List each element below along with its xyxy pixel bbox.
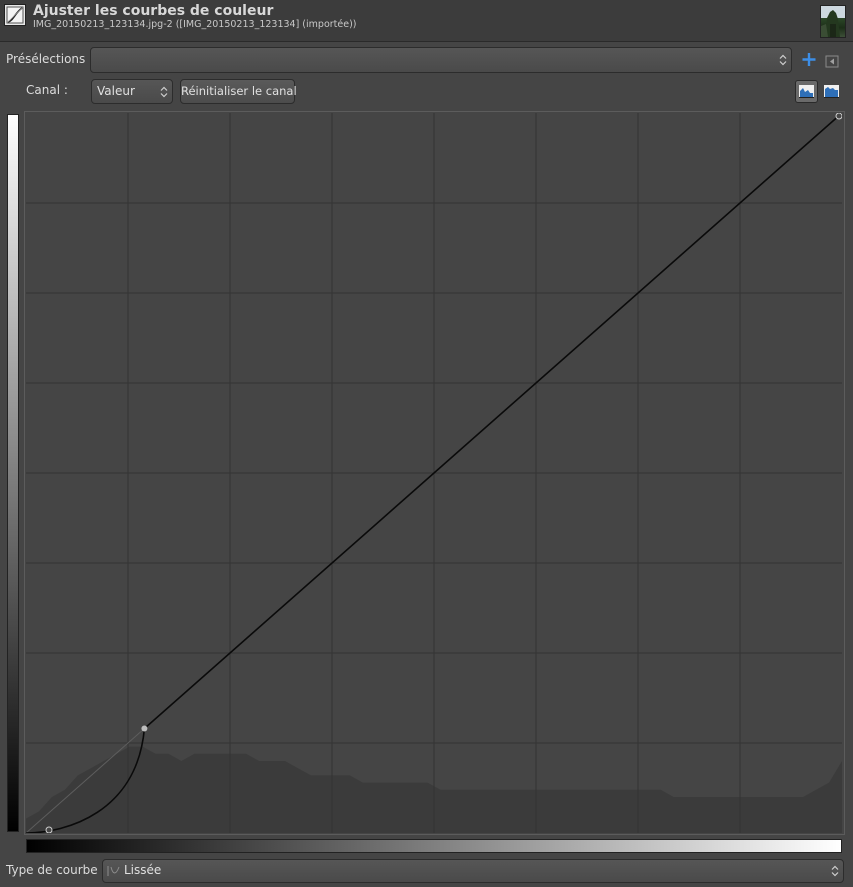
dialog-subtitle: IMG_20150213_123134.jpg-2 ([IMG_20150213… (33, 19, 357, 30)
presets-label: Présélections : (6, 52, 94, 66)
input-value-gradient (26, 839, 842, 853)
linear-histogram-icon[interactable] (795, 80, 818, 103)
curve-graph[interactable] (26, 113, 842, 833)
curve-control-point[interactable] (835, 113, 842, 120)
image-thumbnail (820, 5, 846, 38)
curves-tool-icon (4, 4, 26, 26)
combo-arrows-icon (779, 54, 787, 67)
logarithmic-histogram-icon[interactable] (822, 81, 842, 102)
presets-combo[interactable] (90, 47, 792, 73)
smooth-curve-icon (107, 865, 121, 880)
curve-type-label: Type de courbe : (6, 863, 106, 877)
output-value-gradient (7, 114, 19, 832)
channel-combo[interactable]: Valeur (91, 79, 173, 104)
combo-arrows-icon (160, 85, 168, 98)
curves-dialog: Ajuster les courbes de couleur IMG_20150… (0, 0, 853, 887)
combo-arrows-icon (831, 865, 839, 878)
channel-combo-value: Valeur (97, 84, 135, 98)
reset-channel-button[interactable]: Réinitialiser le canal (180, 79, 297, 104)
menu-arrow-icon[interactable] (825, 53, 839, 68)
curve-control-point[interactable] (45, 826, 53, 833)
curve-type-value: Lissée (124, 863, 162, 877)
channel-label: Canal : (26, 83, 68, 97)
dialog-header: Ajuster les courbes de couleur IMG_20150… (0, 0, 853, 42)
curve-control-point[interactable] (141, 725, 148, 732)
curve-type-combo[interactable]: Lissée (102, 859, 844, 883)
dialog-title: Ajuster les courbes de couleur (33, 3, 274, 19)
plus-icon[interactable] (801, 51, 817, 68)
